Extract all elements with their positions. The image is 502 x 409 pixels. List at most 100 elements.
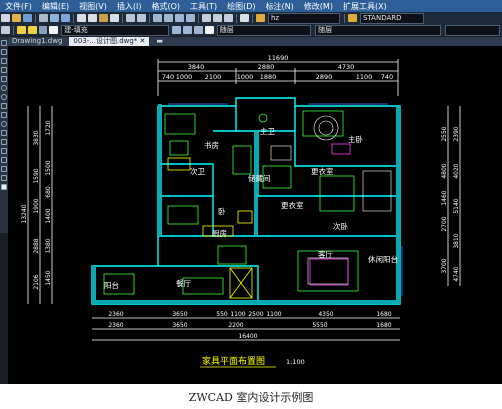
table-icon[interactable]	[1, 175, 7, 181]
hatch-icon[interactable]	[1, 157, 7, 163]
line-icon[interactable]	[1, 40, 7, 46]
save-icon[interactable]	[23, 14, 32, 22]
linetype-select[interactable]: 随层	[315, 24, 441, 36]
dim-right2-2: 4020	[453, 163, 460, 178]
zoom-realtime-icon[interactable]	[164, 14, 173, 22]
layer-on-icon[interactable]	[16, 26, 26, 34]
dim-left2-1: 3830	[33, 130, 40, 145]
paste-icon[interactable]	[99, 14, 108, 22]
print-icon[interactable]	[39, 14, 48, 22]
dim-bottom1-6: 1100	[266, 311, 281, 318]
menu-tools[interactable]: 工具(T)	[185, 1, 222, 12]
menu-file[interactable]: 文件(F)	[0, 1, 37, 12]
room-label-bedroom: 卧	[218, 207, 226, 216]
open-file-icon[interactable]	[12, 14, 21, 22]
pan-icon[interactable]	[153, 14, 162, 22]
close-icon[interactable]: ✕	[140, 37, 146, 45]
spline-icon[interactable]	[1, 112, 7, 118]
room-label-second-bedroom: 次卧	[333, 221, 348, 231]
separator	[73, 13, 74, 23]
cut-icon[interactable]	[77, 14, 86, 22]
undo-icon[interactable]	[126, 14, 135, 22]
make-block-icon[interactable]	[1, 139, 7, 145]
layer-select[interactable]: 建-填充	[61, 24, 170, 36]
new-file-icon[interactable]	[1, 14, 10, 22]
make-current-icon[interactable]	[172, 26, 182, 34]
dim-left3-4: 1400	[45, 208, 52, 223]
layer-color-icon[interactable]	[49, 26, 59, 34]
room-label-second-bath: 次卫	[190, 166, 205, 176]
dim-bottom1-2: 3650	[172, 311, 187, 318]
draw-toolbar	[0, 37, 8, 233]
print-preview-icon[interactable]	[50, 14, 59, 22]
text-style-icon[interactable]	[256, 14, 265, 22]
menu-dimension[interactable]: 标注(N)	[261, 1, 299, 12]
dim-bottom1-8: 1680	[376, 311, 391, 318]
lineweight-select[interactable]	[444, 24, 501, 36]
copy-icon[interactable]	[88, 14, 97, 22]
dim-right1-1: 2550	[441, 126, 448, 141]
mtext-icon[interactable]	[1, 184, 7, 190]
polygon-icon[interactable]	[1, 67, 7, 73]
layer-states-icon[interactable]	[194, 26, 203, 34]
room-label-leisure-balcony: 休闲阳台	[368, 254, 398, 264]
layer-freeze-icon[interactable]	[27, 26, 37, 34]
region-icon[interactable]	[1, 166, 7, 172]
new-tab-icon[interactable]: ▬	[152, 37, 167, 46]
arc-icon[interactable]	[1, 85, 7, 91]
color-select[interactable]: 随层	[216, 24, 312, 36]
publish-icon[interactable]	[61, 14, 70, 22]
layer-previous-icon[interactable]	[183, 26, 193, 34]
layers-toolbar: 建-填充 随层 随层	[0, 24, 502, 36]
point-icon[interactable]	[1, 148, 7, 154]
figure-caption: ZWCAD 室内设计示例图	[188, 391, 314, 404]
drawing-canvas[interactable]: 11690 3840 2880 4730 740 1000 2100 1000 …	[8, 46, 502, 384]
menu-insert[interactable]: 插入(I)	[112, 1, 147, 12]
tab-design-drawing[interactable]: 003-...设计图.dwg* ✕	[69, 37, 150, 46]
document-tabs: Drawing1.dwg 003-...设计图.dwg* ✕ ▬	[8, 37, 502, 46]
menu-extend-tools[interactable]: 扩展工具(X)	[338, 1, 392, 12]
menu-format[interactable]: 格式(O)	[146, 1, 185, 12]
dim-style-icon[interactable]	[348, 14, 357, 22]
menu-draw[interactable]: 绘图(D)	[222, 1, 260, 12]
dim-right2-4: 3810	[453, 233, 460, 248]
font-select[interactable]: hz	[268, 12, 340, 24]
dim-bottom-total: 16400	[238, 333, 257, 340]
design-center-icon[interactable]	[213, 14, 222, 22]
construction-line-icon[interactable]	[1, 49, 7, 55]
help-icon[interactable]	[240, 14, 249, 22]
style-select[interactable]: STANDARD	[360, 12, 424, 24]
zoom-window-icon[interactable]	[175, 14, 184, 22]
layer-manager-icon[interactable]	[1, 26, 10, 34]
polyline-icon[interactable]	[1, 58, 7, 64]
dim-left3-2: 1500	[45, 160, 52, 175]
menu-view[interactable]: 视图(V)	[74, 1, 112, 12]
dim-right1-3: 1460	[441, 190, 448, 205]
dim-bottom1-7: 4350	[318, 311, 333, 318]
windows	[168, 103, 403, 296]
menu-modify[interactable]: 修改(M)	[299, 1, 338, 12]
room-label-kitchen: 厨房	[212, 228, 227, 238]
room-label-dining: 餐厅	[176, 279, 191, 288]
separator	[122, 13, 123, 23]
dim-top3-4: 1000	[237, 73, 254, 81]
insert-block-icon[interactable]	[1, 130, 7, 136]
dim-bottom1-4: 1100	[230, 311, 245, 318]
layer-lock-icon[interactable]	[38, 26, 48, 34]
tool-palette-icon[interactable]	[224, 14, 233, 22]
match-properties-icon[interactable]	[110, 14, 119, 22]
menu-edit[interactable]: 编辑(E)	[37, 1, 74, 12]
revision-cloud-icon[interactable]	[1, 103, 7, 109]
zoom-previous-icon[interactable]	[186, 14, 195, 22]
properties-icon[interactable]	[202, 14, 211, 22]
dim-top2-1: 3840	[188, 63, 205, 71]
room-label-study: 书房	[204, 140, 219, 150]
tab-drawing1[interactable]: Drawing1.dwg	[8, 37, 66, 46]
redo-icon[interactable]	[137, 14, 146, 22]
circle-icon[interactable]	[1, 94, 7, 100]
dim-bottom2-5: 1680	[376, 322, 391, 329]
rectangle-icon[interactable]	[1, 76, 7, 82]
dim-top3-8: 740	[381, 73, 393, 81]
ellipse-icon[interactable]	[1, 121, 7, 127]
dim-bottom2-3: 2200	[228, 322, 243, 329]
